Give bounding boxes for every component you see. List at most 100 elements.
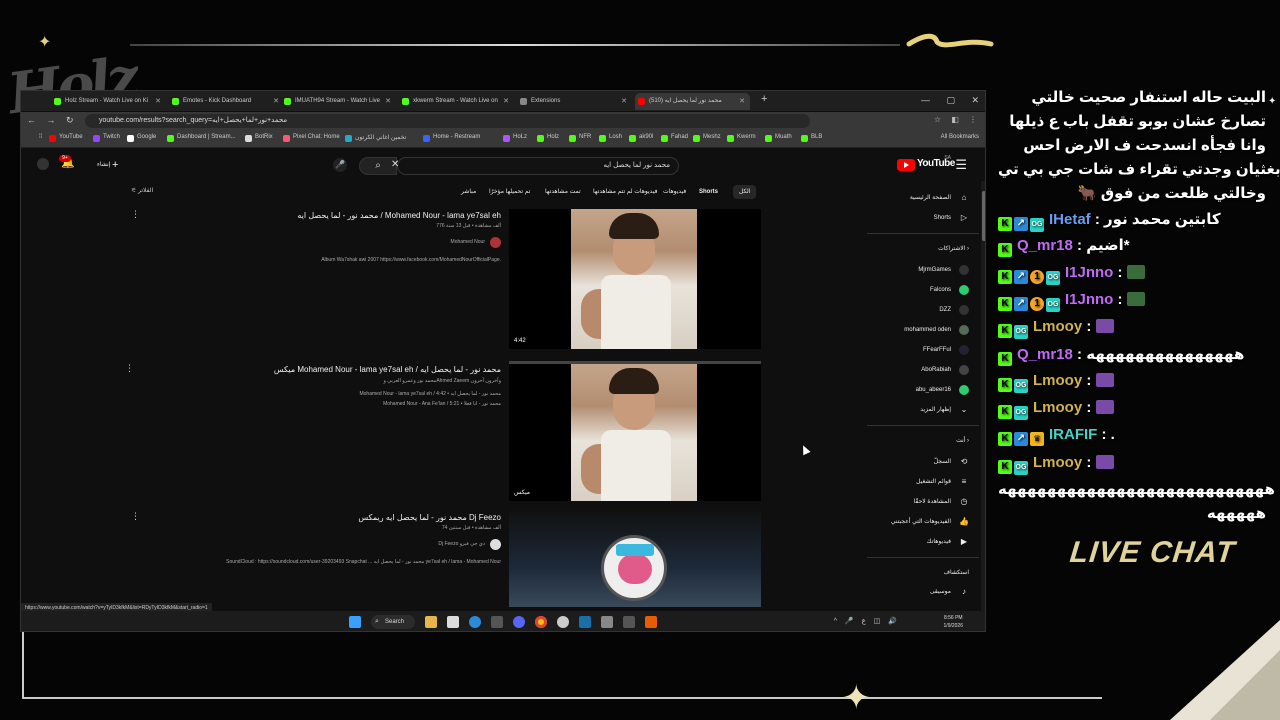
browser-tab[interactable]: Holz Stream - Watch Live on Ki ✕ bbox=[51, 93, 166, 110]
search-input[interactable]: محمد نور لما يحصل ايه bbox=[397, 157, 679, 175]
hamburger-menu-icon[interactable]: ☰ bbox=[955, 157, 967, 173]
scrollbar-thumb[interactable] bbox=[982, 191, 985, 241]
chip-shorts[interactable]: Shorts bbox=[693, 185, 724, 199]
sidebar-subscription[interactable]: abu_abeer16 bbox=[845, 383, 973, 397]
bookmark[interactable]: Holz bbox=[537, 134, 559, 142]
browser-tab[interactable]: Emotes - Kick Dashboard ✕ bbox=[169, 93, 284, 110]
sidebar-subscription[interactable]: DZZ bbox=[845, 303, 973, 317]
video-title[interactable]: ميكس Mohamed Nour - lama ye7sal eh / محم… bbox=[274, 365, 501, 374]
channel-name[interactable]: Mohamed Nour bbox=[451, 239, 485, 245]
avatar[interactable] bbox=[37, 158, 49, 170]
steam-icon[interactable] bbox=[579, 616, 591, 628]
more-options-icon[interactable]: ⋮ bbox=[131, 511, 140, 522]
chip-unwatched[interactable]: فيديوهات لم تتم مشاهدتها bbox=[587, 185, 664, 199]
nav-buttons[interactable]: ← → ↻ bbox=[27, 115, 74, 126]
bookmark[interactable]: Pixel Chat: Home bbox=[283, 134, 340, 142]
sidebar-subscription[interactable]: FFearFFul bbox=[845, 343, 973, 357]
bookmark[interactable]: Fahad bbox=[661, 134, 688, 142]
create-button[interactable]: إنشاء + bbox=[97, 159, 118, 171]
clear-search-icon[interactable]: ✕ bbox=[391, 159, 399, 170]
bookmark[interactable]: Muath bbox=[765, 134, 792, 142]
all-bookmarks-button[interactable]: All Bookmarks bbox=[941, 134, 979, 140]
calendar-icon[interactable] bbox=[447, 616, 459, 628]
bookmark[interactable]: Kwerm bbox=[727, 134, 756, 142]
close-tab-icon[interactable]: ✕ bbox=[273, 93, 279, 110]
chat-username[interactable]: Lmooy bbox=[1033, 399, 1082, 416]
video-title[interactable]: محمد نور - لما يحصل ايه ريمكس Dj Feezo bbox=[358, 513, 501, 522]
more-options-icon[interactable]: ⋮ bbox=[125, 363, 134, 374]
new-tab-icon[interactable]: + bbox=[761, 93, 767, 105]
more-options-icon[interactable]: ⋮ bbox=[131, 209, 140, 220]
scrollbar[interactable] bbox=[981, 181, 985, 631]
mix-item[interactable]: Mohamed Nour - lama ye7sal eh / محمد نور… bbox=[359, 391, 501, 397]
app-icon[interactable] bbox=[491, 616, 503, 628]
bookmark[interactable]: NFR bbox=[569, 134, 591, 142]
mic-icon[interactable]: 🎤 bbox=[333, 158, 347, 172]
chat-username[interactable]: Q_mr18 bbox=[1017, 346, 1073, 363]
video-thumbnail[interactable]: ميكس bbox=[509, 361, 761, 501]
bookmark[interactable]: Google bbox=[127, 134, 156, 142]
video-thumbnail[interactable]: 4:42 bbox=[509, 209, 761, 349]
sidebar-item-playlists[interactable]: قوائم التشغيل ≡ bbox=[845, 475, 973, 489]
bookmark[interactable]: Meshz bbox=[693, 134, 721, 142]
video-thumbnail[interactable] bbox=[509, 511, 761, 607]
browser-tab[interactable]: Extensions ✕ bbox=[517, 93, 632, 110]
sidebar-item-watch-later[interactable]: المشاهدة لاحقًا ◷ bbox=[845, 495, 973, 509]
sidebar-item-home[interactable]: الصفحة الرئيسية ⌂ bbox=[845, 191, 973, 205]
browser-tab[interactable]: IMUATH94 Stream - Watch Live ✕ bbox=[281, 93, 396, 110]
clock[interactable]: 8:56 PM 1/9/2026 bbox=[944, 614, 963, 630]
chat-username[interactable]: Lmooy bbox=[1033, 318, 1082, 335]
chip-live[interactable]: مباشر bbox=[455, 185, 482, 199]
chat-username[interactable]: IHetaf bbox=[1049, 211, 1091, 228]
chip-recent[interactable]: تم تحميلها مؤخرًا bbox=[483, 185, 536, 199]
chat-username[interactable]: Q_mr18 bbox=[1017, 237, 1073, 254]
bookmark[interactable]: Dashboard | Stream... bbox=[167, 134, 236, 142]
bookmark[interactable]: YouTube bbox=[49, 134, 83, 142]
obs-icon[interactable] bbox=[557, 616, 569, 628]
close-tab-icon[interactable]: ✕ bbox=[155, 93, 161, 110]
sidebar-item-music[interactable]: موسيقى ♪ bbox=[845, 585, 973, 599]
chat-username[interactable]: IRAFIF bbox=[1049, 426, 1097, 443]
search-result[interactable]: محمد نور - لما يحصل ايه ريمكس Dj Feezo 7… bbox=[101, 511, 761, 607]
app-icon[interactable] bbox=[601, 616, 613, 628]
mix-item[interactable]: Mohamed Nour - Ana Fe'lan / 5:21 • محمد … bbox=[383, 401, 501, 407]
windows-start-icon[interactable] bbox=[349, 616, 361, 628]
sidebar-show-more[interactable]: إظهار المزيد ⌄ bbox=[845, 403, 973, 417]
bookmark[interactable]: HoLz bbox=[503, 134, 527, 142]
bookmark[interactable]: ak90l bbox=[629, 134, 653, 142]
url-input[interactable]: youtube.com/results?search_query=محمد+نو… bbox=[85, 114, 810, 128]
app-icon[interactable] bbox=[645, 616, 657, 628]
channel-avatar[interactable] bbox=[490, 237, 501, 248]
sidebar-subscription[interactable]: MjrmGames bbox=[845, 263, 973, 277]
youtube-logo[interactable]: YouTube SA bbox=[897, 155, 955, 172]
close-tab-icon[interactable]: ✕ bbox=[739, 93, 745, 110]
sidebar-subscription[interactable]: Falcons bbox=[845, 283, 973, 297]
chat-username[interactable]: I1Jnno bbox=[1065, 291, 1113, 308]
bookmark[interactable]: Home - Restream bbox=[423, 134, 480, 142]
channel-avatar[interactable] bbox=[490, 539, 501, 550]
sidebar-item-your-videos[interactable]: فيديوهاتك ▶ bbox=[845, 535, 973, 549]
sidebar-item-history[interactable]: السجلّ ⟲ bbox=[845, 455, 973, 469]
close-tab-icon[interactable]: ✕ bbox=[385, 93, 391, 110]
search-result[interactable]: 4:42 محمد نور - لما يحصل ايه / Mohamed N… bbox=[101, 209, 761, 349]
sidebar-item-liked[interactable]: الفيديوهات التي أعجبتني 👍 bbox=[845, 515, 973, 529]
chat-username[interactable]: Lmooy bbox=[1033, 454, 1082, 471]
bookmark[interactable]: BotRix bbox=[245, 134, 273, 142]
apps-icon[interactable]: ⁞⁞ bbox=[29, 134, 42, 140]
sidebar-subscription[interactable]: mohammed oden bbox=[845, 323, 973, 337]
window-controls[interactable]: — ▢ ✕ bbox=[921, 95, 979, 106]
sidebar-item-shorts[interactable]: Shorts ▷ bbox=[845, 211, 973, 225]
chip-watched[interactable]: تمت مشاهدتها bbox=[539, 185, 587, 199]
taskbar-search[interactable]: ⌕ Search bbox=[371, 615, 415, 629]
edge-icon[interactable] bbox=[469, 616, 481, 628]
chat-username[interactable]: I1Jnno bbox=[1065, 264, 1113, 281]
bookmark[interactable]: BLB bbox=[801, 134, 822, 142]
search-result[interactable]: ميكس ميكس Mohamed Nour - lama ye7sal eh … bbox=[101, 361, 761, 501]
video-title[interactable]: محمد نور - لما يحصل ايه / Mohamed Nour -… bbox=[297, 211, 501, 220]
chrome-icon[interactable] bbox=[535, 616, 547, 628]
bookmark[interactable]: تخمين اغاني الكرتون bbox=[345, 134, 406, 142]
channel-name[interactable]: Dj Feezo دي جي فيزو bbox=[438, 541, 485, 547]
chip-all[interactable]: الكل bbox=[733, 185, 757, 199]
filters-button[interactable]: ⚟ الفلاتر bbox=[131, 187, 153, 194]
toolbar-icons[interactable]: ☆ ◧ ⋮ bbox=[934, 115, 977, 124]
